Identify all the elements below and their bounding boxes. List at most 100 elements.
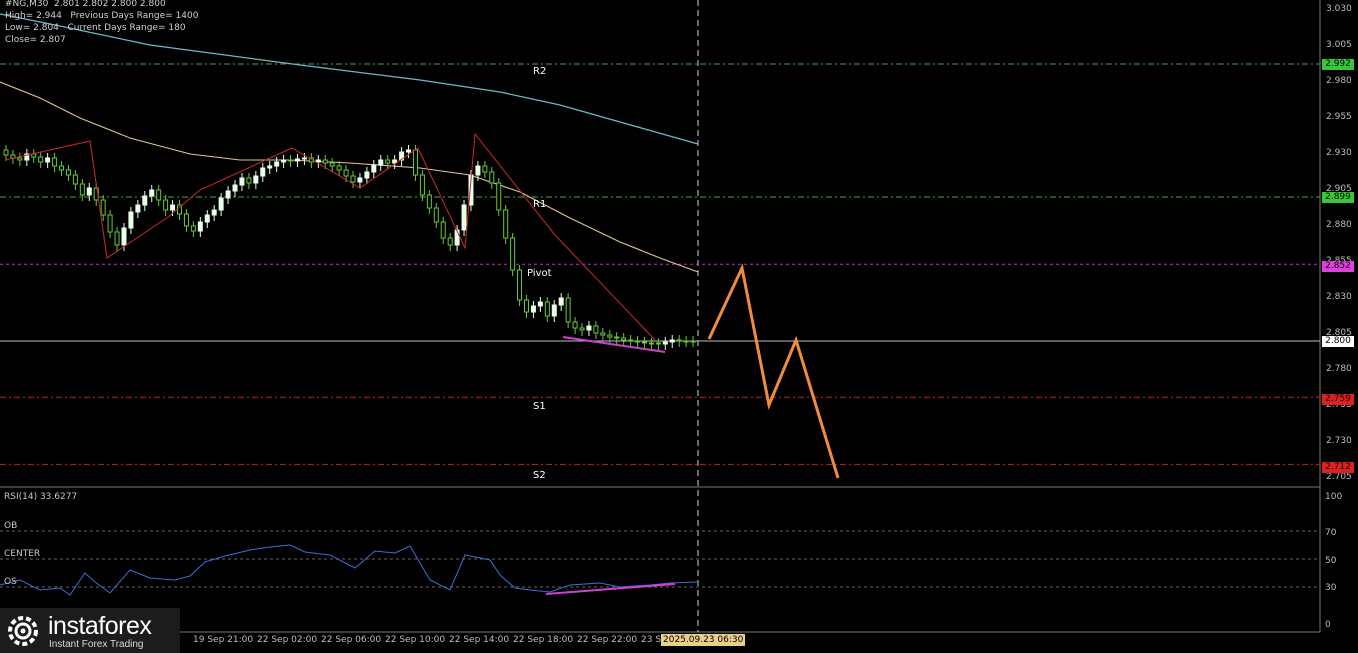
candle-body xyxy=(655,342,661,345)
candle-body xyxy=(253,175,259,184)
logo-tagline: Instant Forex Trading xyxy=(49,639,144,650)
candle-body xyxy=(669,339,675,343)
price-tick: 2.705 xyxy=(1326,472,1352,482)
candle-body xyxy=(524,299,529,313)
candle-body xyxy=(676,339,682,342)
candle-body xyxy=(537,301,543,307)
candle-body xyxy=(52,157,58,167)
rsi-ob-label: OB xyxy=(4,521,18,531)
candle-body xyxy=(260,167,266,177)
candle-body xyxy=(232,184,238,192)
price-tick: 2.955 xyxy=(1326,112,1352,122)
rsi-tick: 70 xyxy=(1325,528,1337,538)
candle-body xyxy=(412,149,418,176)
candle-body xyxy=(586,325,592,331)
rsi-os-label: OS xyxy=(4,577,17,587)
candle-body xyxy=(322,159,328,164)
candle-body xyxy=(3,149,9,156)
candle-body xyxy=(114,231,120,246)
candle-body xyxy=(197,221,203,232)
candle-body xyxy=(517,269,523,301)
candle-body xyxy=(315,159,321,163)
pivot-label: Pivot xyxy=(527,268,552,279)
instaforex-logo: instaforex Instant Forex Trading xyxy=(0,608,180,653)
price-tick: 2.730 xyxy=(1326,436,1352,446)
candle-body xyxy=(294,158,300,162)
time-label: 22 Sep 18:00 xyxy=(513,635,574,645)
candle-body xyxy=(343,169,349,177)
candle-body xyxy=(419,174,425,196)
candle-body xyxy=(621,337,627,341)
candle-body xyxy=(579,327,585,331)
candle-body xyxy=(565,297,571,323)
time-label: 23 S xyxy=(641,635,662,645)
candle-body xyxy=(329,162,335,167)
candle-body xyxy=(482,165,488,173)
candle-body xyxy=(489,171,495,184)
candle-body xyxy=(440,221,446,239)
price-tick: 2.980 xyxy=(1326,76,1352,86)
candle-body xyxy=(475,165,481,176)
candle-body xyxy=(288,159,294,162)
candle-body xyxy=(267,165,273,169)
candle-body xyxy=(683,340,689,343)
candle-body xyxy=(65,169,71,176)
rsi-tick: 0 xyxy=(1325,620,1331,630)
time-cursor-label: 2025.09.23 06:30 xyxy=(661,634,746,646)
r2-price-tag: 2.992 xyxy=(1322,59,1354,70)
candle-body xyxy=(239,177,245,186)
time-label: 22 Sep 14:00 xyxy=(449,635,510,645)
candle-body xyxy=(274,161,280,167)
candle-body xyxy=(614,336,620,339)
time-label: 22 Sep 10:00 xyxy=(385,635,446,645)
candle-body xyxy=(406,149,412,153)
pivot-price-tag: 2.852 xyxy=(1322,261,1354,272)
candle-body xyxy=(385,159,391,164)
candle-body xyxy=(593,325,599,334)
candle-body xyxy=(183,213,189,227)
candle-body xyxy=(38,156,44,163)
candle-body xyxy=(364,171,370,179)
candle-body xyxy=(690,340,696,343)
candle-body xyxy=(246,177,252,184)
candle-body xyxy=(447,237,453,246)
candle-body xyxy=(628,339,634,342)
candle-body xyxy=(72,174,78,185)
price-tick: 3.005 xyxy=(1326,40,1352,50)
candle-body xyxy=(86,187,92,196)
candle-body xyxy=(170,204,176,211)
candle-body xyxy=(641,341,647,344)
candle-body xyxy=(225,190,231,199)
candle-body xyxy=(121,227,127,246)
logo-wordmark: instaforex xyxy=(48,612,152,640)
candle-body xyxy=(662,341,668,345)
candle-body xyxy=(59,165,65,171)
candle-body xyxy=(149,189,155,197)
candle-body xyxy=(558,297,564,306)
r1-label: R1 xyxy=(533,199,547,210)
candle-body xyxy=(142,195,148,206)
candle-body xyxy=(128,211,134,229)
candle-body xyxy=(211,209,217,216)
candle-body xyxy=(204,214,210,223)
candle-body xyxy=(378,159,384,166)
candle-body xyxy=(426,194,432,209)
price-chart[interactable] xyxy=(0,0,1358,653)
candle-body xyxy=(190,225,196,232)
candle-body xyxy=(107,214,113,233)
forecast-path xyxy=(707,263,840,479)
candle-body xyxy=(281,159,287,163)
price-tick: 2.880 xyxy=(1326,220,1352,230)
s1-label: S1 xyxy=(533,401,546,412)
rsi-tick: 100 xyxy=(1325,492,1343,502)
candle-body xyxy=(551,304,557,317)
rsi-tick: 50 xyxy=(1325,556,1337,566)
price-tick: 2.930 xyxy=(1326,148,1352,158)
candle-body xyxy=(357,177,363,183)
gear-logo-icon xyxy=(8,616,38,646)
candle-body xyxy=(433,207,439,223)
candle-body xyxy=(135,204,141,213)
time-label: 22 Sep 02:00 xyxy=(257,635,318,645)
rsi-tick: 30 xyxy=(1325,583,1337,593)
candle-body xyxy=(530,305,536,313)
